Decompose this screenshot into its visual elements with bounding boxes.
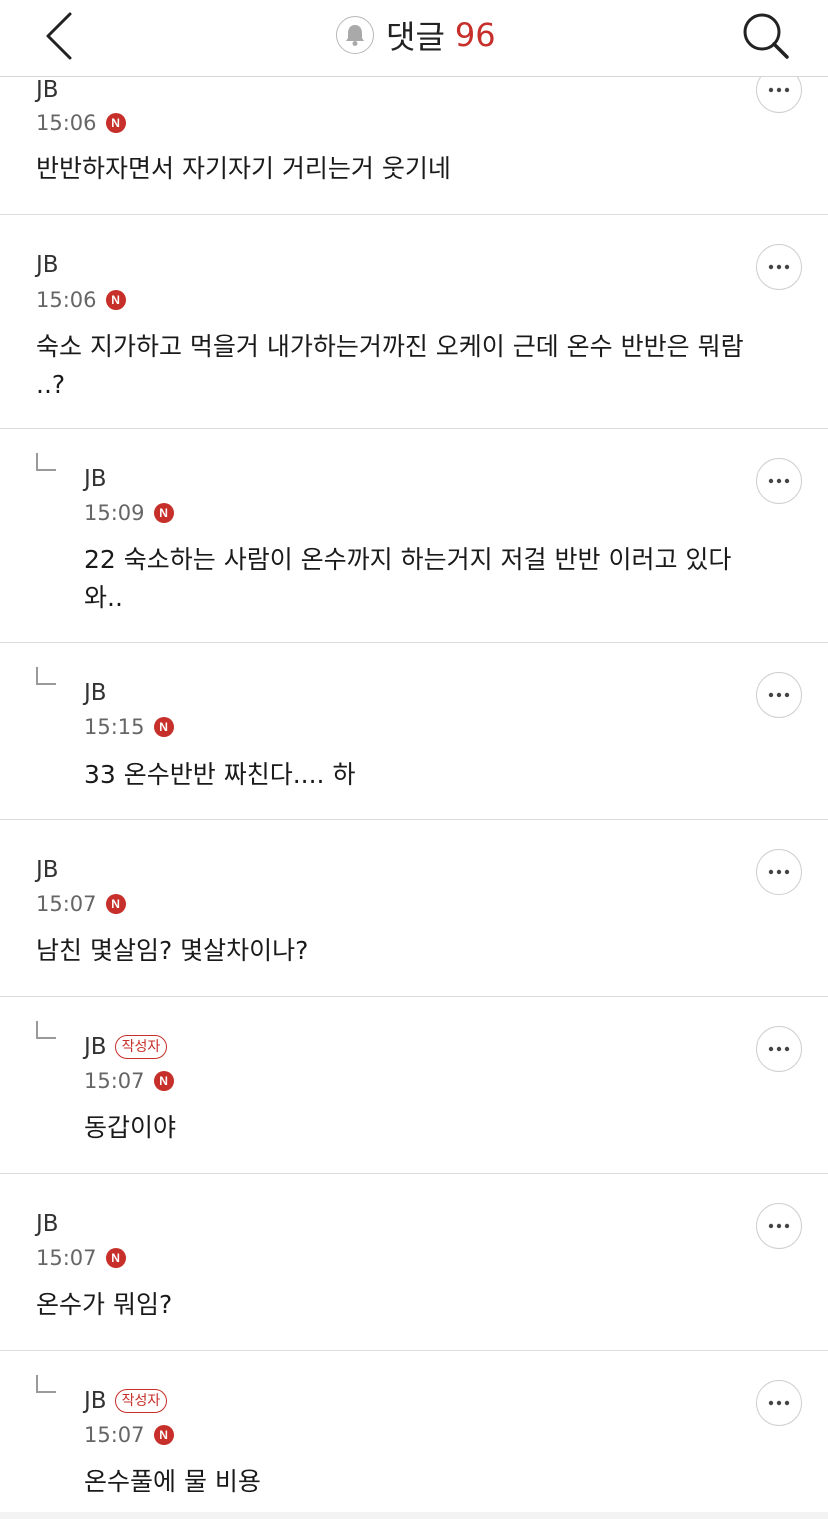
more-dots-icon (768, 1400, 790, 1406)
comment-time: 15:06 (36, 288, 97, 312)
author-name: JB (36, 252, 59, 278)
reply-item: JB 작성자 15:07 N 온수풀에 물 비용 (0, 1351, 828, 1512)
comment-count: 96 (454, 16, 496, 54)
comment-author: JB (36, 857, 59, 883)
comment-author: JB (84, 466, 107, 492)
comment-time: 15:07 (84, 1423, 145, 1447)
author-name: JB (36, 77, 59, 103)
comment-meta: 15:06 N (36, 288, 126, 312)
comment-meta: 15:07 N (36, 892, 126, 916)
comment-author: JB 작성자 (84, 1388, 168, 1414)
comment-time: 15:07 (36, 1246, 97, 1270)
new-badge-icon: N (105, 894, 126, 914)
author-name: JB (84, 466, 107, 492)
new-badge-icon: N (105, 113, 126, 133)
page-title: 댓글 (386, 18, 445, 56)
comment-author: JB 작성자 (84, 1034, 168, 1060)
new-badge-icon: N (105, 1248, 126, 1268)
more-options-button[interactable] (756, 1203, 802, 1249)
comment-meta: 15:07 N (84, 1069, 174, 1093)
comment-item: JB 15:07 N 남친 몇살임? 몇살차이나? (0, 820, 828, 997)
more-dots-icon (768, 869, 790, 875)
back-button[interactable] (40, 8, 84, 64)
new-badge-icon: N (153, 503, 174, 523)
more-dots-icon (768, 87, 790, 93)
comment-author: JB (36, 77, 59, 103)
comment-meta: 15:07 N (84, 1423, 174, 1447)
reply-arrow-icon (36, 453, 56, 471)
reply-item: JB 작성자 15:07 N 동갑이야 (0, 997, 828, 1174)
header-title: 댓글 96 (336, 14, 496, 56)
comment-author: JB (84, 680, 107, 706)
reply-arrow-icon (36, 667, 56, 685)
new-badge-icon: N (153, 1071, 174, 1091)
author-name: JB (84, 1034, 107, 1060)
author-name: JB (36, 1211, 59, 1237)
comment-author: JB (36, 1211, 59, 1237)
more-dots-icon (768, 478, 790, 484)
more-options-button[interactable] (756, 1026, 802, 1072)
comment-text: 남친 몇살임? 몇살차이나? (36, 936, 309, 965)
reply-item: JB 15:15 N 33 온수반반 짜친다.... 하 (0, 643, 828, 820)
comment-time: 15:06 (36, 111, 97, 135)
writer-badge: 작성자 (114, 1389, 168, 1413)
comment-text: 온수풀에 물 비용 (84, 1467, 261, 1496)
more-options-button[interactable] (756, 244, 802, 290)
more-options-button[interactable] (756, 1380, 802, 1426)
comment-text: 반반하자면서 자기자기 거리는거 웃기네 (36, 154, 451, 183)
comment-meta: 15:07 N (36, 1246, 126, 1270)
comment-meta: 15:06 N (36, 111, 126, 135)
search-button[interactable] (738, 10, 792, 62)
chevron-left-icon (46, 12, 72, 60)
reply-arrow-icon (36, 1021, 56, 1039)
author-name: JB (84, 680, 107, 706)
comment-item: JB 15:06 N 숙소 지가하고 먹을거 내가하는거까진 오케이 근데 온수… (0, 215, 828, 429)
comment-text: 온수가 뭐임? (36, 1290, 173, 1319)
more-dots-icon (768, 1223, 790, 1229)
comment-author: JB (36, 252, 59, 278)
app-header: 댓글 96 (0, 0, 828, 77)
comment-text: 숙소 지가하고 먹을거 내가하는거까진 오케이 근데 온수 반반은 뭐람 ..? (36, 332, 744, 399)
bottom-edge (0, 1512, 828, 1519)
comment-item: JB 15:07 N 온수가 뭐임? (0, 1174, 828, 1351)
reply-item: JB 15:09 N 22 숙소하는 사람이 온수까지 하는거지 저걸 반반 이… (0, 429, 828, 643)
author-name: JB (84, 1388, 107, 1414)
comment-text: 동갑이야 (84, 1113, 177, 1142)
reply-arrow-icon (36, 1375, 56, 1393)
search-icon (743, 13, 789, 59)
comment-item: JB 15:06 N 반반하자면서 자기자기 거리는거 웃기네 (0, 60, 828, 215)
new-badge-icon: N (153, 717, 174, 737)
more-dots-icon (768, 692, 790, 698)
author-name: JB (36, 857, 59, 883)
writer-badge: 작성자 (114, 1035, 168, 1059)
more-options-button[interactable] (756, 672, 802, 718)
comment-time: 15:15 (84, 715, 145, 739)
more-options-button[interactable] (756, 458, 802, 504)
bell-icon[interactable] (336, 16, 374, 54)
comment-time: 15:07 (84, 1069, 145, 1093)
comment-time: 15:07 (36, 892, 97, 916)
comment-time: 15:09 (84, 501, 145, 525)
comment-text: 33 온수반반 짜친다.... 하 (84, 760, 356, 789)
comment-meta: 15:09 N (84, 501, 174, 525)
more-dots-icon (768, 1046, 790, 1052)
comment-meta: 15:15 N (84, 715, 174, 739)
comment-text: 22 숙소하는 사람이 온수까지 하는거지 저걸 반반 이러고 있다 와.. (84, 545, 732, 612)
new-badge-icon: N (105, 290, 126, 310)
more-dots-icon (768, 264, 790, 270)
new-badge-icon: N (153, 1425, 174, 1445)
more-options-button[interactable] (756, 849, 802, 895)
